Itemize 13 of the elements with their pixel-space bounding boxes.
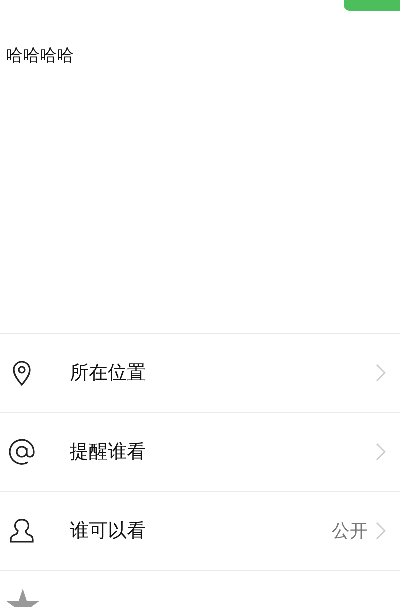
chevron-icon [376,443,386,461]
chevron-icon [376,364,386,382]
option-value: 公开 [332,520,368,543]
chevron-icon [376,522,386,540]
option-row[interactable]: 所在位置 [0,334,400,413]
person-icon [8,517,36,545]
option-label: 所在位置 [70,361,147,386]
option-row[interactable]: 提醒谁看 [0,413,400,492]
option-label: 提醒谁看 [70,440,147,465]
at-sign-icon [8,438,36,466]
post-text: 哈哈哈哈 [6,46,74,66]
option-label: 谁可以看 [70,519,147,544]
option-row[interactable]: 谁可以看 公开 [0,492,400,571]
